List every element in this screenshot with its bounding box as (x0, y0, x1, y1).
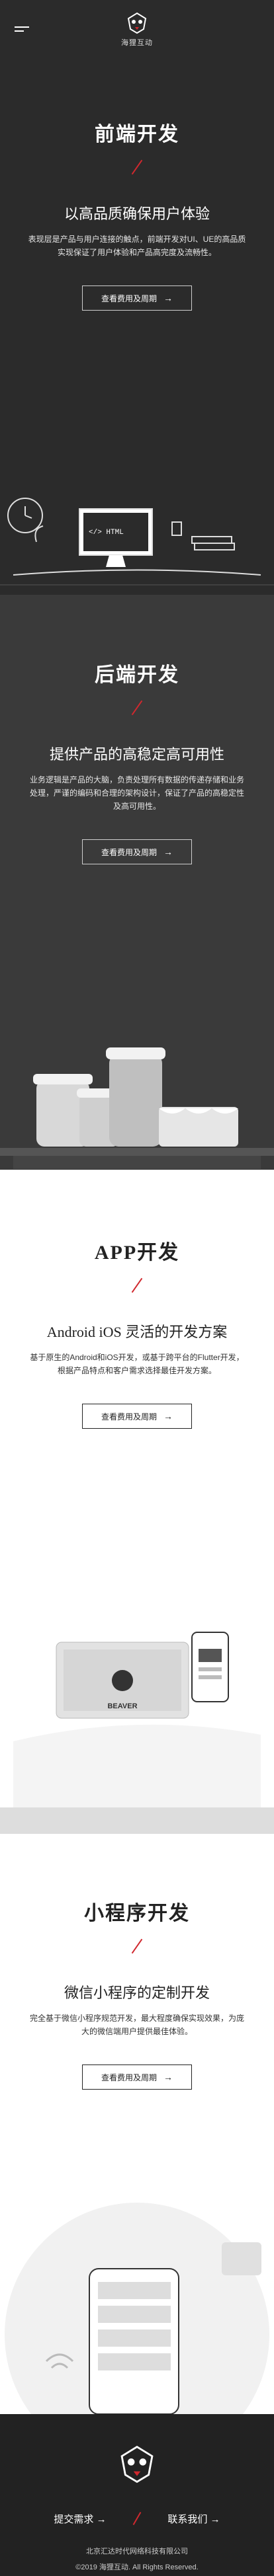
accent-slash (131, 700, 143, 716)
accent-slash (131, 159, 143, 175)
arrow-right-icon: → (163, 293, 173, 303)
site-header: 海狸互动 (0, 0, 274, 59)
section-desc: 完全基于微信小程序规范开发，最大程度确保实现效果，为庞大的微信端用户提供最佳体验… (29, 2014, 244, 2036)
phone-illustration (5, 2203, 269, 2414)
devices-illustration: BEAVER (0, 1632, 274, 1834)
view-pricing-button[interactable]: 查看费用及周期 → (82, 2065, 192, 2090)
contact-us-link[interactable]: 联系我们 → (144, 2512, 244, 2526)
section-desc: 表现层是产品与用户连接的触点，前端开发对UI、UE的高品质实现保证了用户体验和产… (28, 235, 246, 257)
accent-slash (131, 1277, 143, 1293)
beaver-logo-icon (120, 2445, 154, 2483)
footer-links: 提交需求 → 联系我们 → (0, 2511, 274, 2526)
accent-slash (131, 1938, 143, 1954)
section-desc: 业务逻辑是产品的大脑，负责处理所有数据的传递存储和业务处理，严谨的编码和合理的架… (29, 775, 244, 811)
section-title: 前端开发 (95, 124, 179, 145)
svg-text:</> HTML: </> HTML (89, 529, 124, 537)
section-subtitle: 以高品质确保用户体验 (64, 206, 210, 222)
app-section: APP开发 Android iOS 灵活的开发方案 基于原生的Android和i… (0, 1170, 274, 1834)
beaver-logo-icon (127, 12, 147, 34)
section-title: 小程序开发 (84, 1903, 190, 1924)
copyright: ©2019 海狸互动. All Rights Reserved. (75, 2563, 199, 2571)
backend-section: 后端开发 提供产品的高稳定高可用性 业务逻辑是产品的大脑，负责处理所有数据的传递… (0, 595, 274, 1170)
desk-illustration: </> HTML (0, 498, 274, 586)
miniprogram-section: 小程序开发 微信小程序的定制开发 完全基于微信小程序规范开发，最大程度确保实现效… (0, 1834, 274, 2414)
section-desc: 基于原生的Android和iOS开发，或基于跨平台的Flutter开发，根据产品… (30, 1353, 244, 1375)
view-pricing-button[interactable]: 查看费用及周期 → (82, 839, 192, 864)
section-subtitle: 提供产品的高稳定高可用性 (49, 746, 224, 763)
company-name: 北京汇达时代网络科技有限公司 (86, 2548, 188, 2556)
submit-request-link[interactable]: 提交需求 → (30, 2512, 130, 2526)
section-subtitle: Android iOS 灵活的开发方案 (46, 1324, 228, 1340)
jars-illustration (0, 1047, 274, 1169)
accent-slash (132, 2511, 142, 2526)
section-subtitle: 微信小程序的定制开发 (64, 1985, 210, 2001)
svg-text:BEAVER: BEAVER (107, 1702, 137, 1710)
view-pricing-button[interactable]: 查看费用及周期 → (82, 1404, 192, 1429)
menu-icon[interactable] (15, 26, 29, 36)
section-title: APP开发 (94, 1242, 180, 1264)
site-footer: 提交需求 → 联系我们 → 北京汇达时代网络科技有限公司 ©2019 海狸互动.… (0, 2414, 274, 2576)
arrow-right-icon: → (163, 2072, 173, 2082)
logo-text: 海狸互动 (121, 39, 153, 47)
arrow-right-icon: → (163, 1411, 173, 1421)
section-title: 后端开发 (95, 664, 179, 686)
site-logo[interactable]: 海狸互动 (121, 12, 153, 48)
frontend-section: 前端开发 以高品质确保用户体验 表现层是产品与用户连接的触点，前端开发对UI、U… (0, 59, 274, 595)
arrow-right-icon: → (163, 847, 173, 857)
view-pricing-button[interactable]: 查看费用及周期 → (82, 285, 192, 311)
